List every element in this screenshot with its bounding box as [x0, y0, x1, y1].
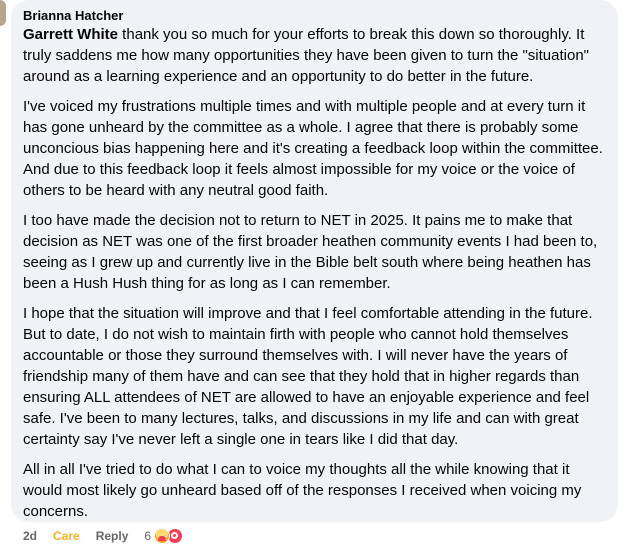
comment-paragraph-5: All in all I've tried to do what I can t…	[23, 461, 582, 520]
comment-body: Garrett White thank you so much for your…	[23, 24, 606, 522]
comment-actions-bar: 2d Care Reply 6	[23, 527, 199, 545]
reply-button[interactable]: Reply	[96, 529, 129, 543]
comment-paragraph-3: I too have made the decision not to retu…	[23, 212, 598, 292]
comment-timestamp[interactable]: 2d	[23, 529, 37, 543]
reaction-count: 6	[144, 529, 152, 543]
care-reaction-button[interactable]: Care	[53, 529, 80, 543]
care-reaction-icon	[154, 528, 171, 544]
commenter-avatar[interactable]	[0, 0, 6, 26]
comment-paragraph-1: Garrett White thank you so much for your…	[23, 24, 606, 87]
comment-paragraph-2: I've voiced my frustrations multiple tim…	[23, 98, 603, 199]
comment-author-name[interactable]: Brianna Hatcher	[23, 8, 606, 24]
comment-paragraph-4: I hope that the situation will improve a…	[23, 305, 593, 448]
comment-bubble: Brianna Hatcher Garrett White thank you …	[11, 0, 618, 522]
reaction-summary[interactable]: 6	[144, 528, 184, 544]
mention-link[interactable]: Garrett White	[23, 26, 118, 43]
